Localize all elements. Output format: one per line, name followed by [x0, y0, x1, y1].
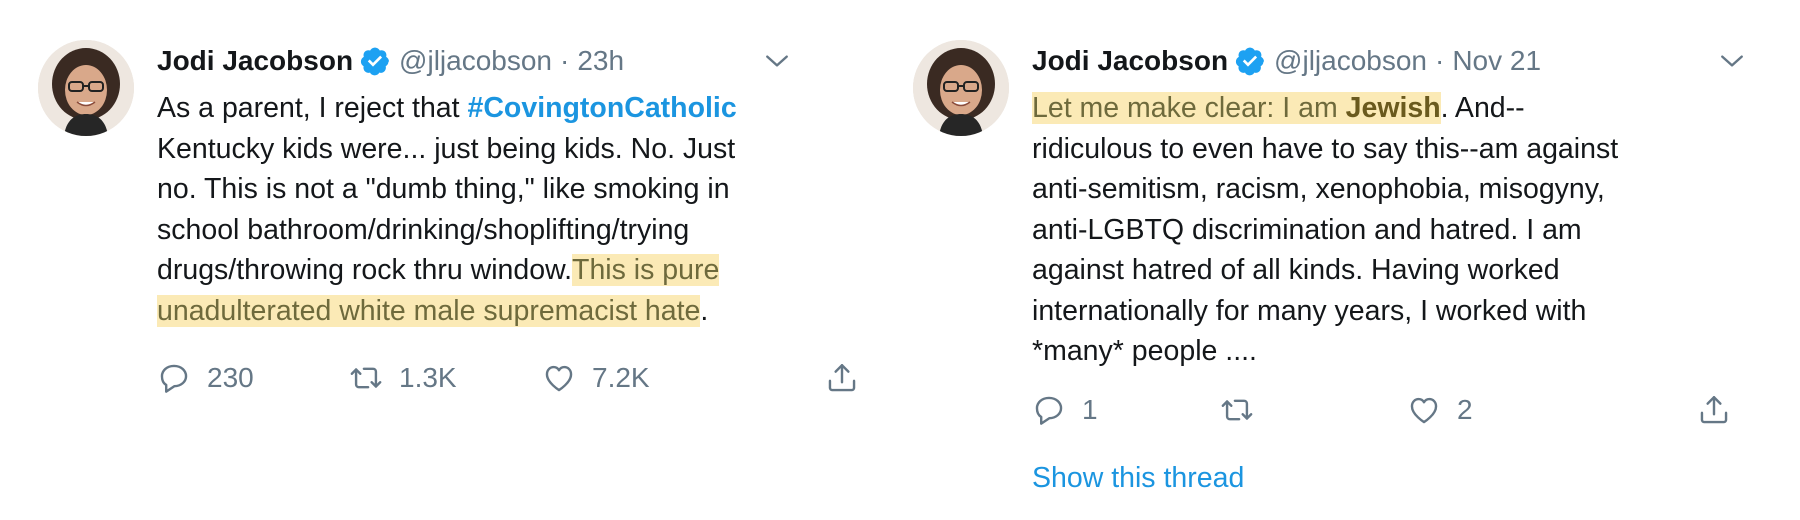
like-count: 7.2K	[592, 362, 650, 393]
text-line: anti-semitism, racism, xenophobia, misog…	[1032, 173, 1605, 205]
tweet-body: Jodi Jacobson @jljacobson · 23h As a par…	[157, 36, 870, 331]
text-line: Kentucky kids were... just being kids. N…	[157, 132, 736, 165]
author-name[interactable]: Jodi Jacobson	[157, 45, 353, 77]
avatar[interactable]	[38, 40, 134, 136]
chevron-down-icon[interactable]	[764, 48, 790, 74]
share-icon	[1697, 393, 1731, 427]
tweet-text: Let me make clear: I am Jewish. And-- ri…	[1032, 88, 1765, 372]
retweet-icon	[349, 361, 383, 395]
text-segment: . And--	[1440, 92, 1525, 124]
tweet-actions: 1 2	[1032, 390, 1752, 430]
share-button[interactable]	[825, 361, 875, 395]
text-line: *many* people ....	[1032, 335, 1257, 367]
tweet-text: As a parent, I reject that #CovingtonCat…	[157, 88, 870, 331]
highlighted-bold-text: Jewish	[1345, 92, 1441, 124]
text-line: ridiculous to even have to say this--am …	[1032, 132, 1619, 165]
text-segment: .	[700, 294, 709, 327]
highlighted-text: unadulterated white male supremacist hat…	[157, 294, 701, 327]
reply-count: 230	[207, 362, 254, 393]
like-button[interactable]: 2	[1407, 393, 1473, 427]
text-line: school bathroom/drinking/shoplifting/try…	[157, 213, 690, 246]
highlighted-text: This is pure	[572, 254, 720, 286]
retweet-icon	[1220, 393, 1254, 427]
reply-button[interactable]: 1	[1032, 393, 1098, 427]
like-icon	[542, 361, 576, 395]
author-handle[interactable]: @jljacobson	[399, 45, 552, 77]
chevron-down-icon[interactable]	[1719, 48, 1745, 74]
text-line: against hatred of all kinds. Having work…	[1032, 254, 1560, 286]
show-thread-link[interactable]: Show this thread	[1032, 462, 1244, 495]
retweet-count: 1.3K	[399, 362, 457, 393]
like-icon	[1407, 393, 1441, 427]
reply-icon	[1032, 393, 1066, 427]
text-line: no. This is not a "dumb thing," like smo…	[157, 173, 730, 205]
retweet-button[interactable]	[1220, 393, 1270, 427]
tweet-timestamp[interactable]: 23h	[577, 45, 624, 77]
highlighted-text: Let me make clear: I am	[1032, 92, 1346, 124]
retweet-button[interactable]: 1.3K	[349, 361, 457, 395]
text-line: internationally for many years, I worked…	[1032, 294, 1587, 327]
separator-dot: ·	[1435, 45, 1445, 76]
avatar-image	[38, 40, 134, 136]
text-segment: As a parent, I reject that	[157, 92, 468, 124]
share-button[interactable]	[1697, 393, 1747, 427]
hashtag-link[interactable]: #CovingtonCatholic	[468, 92, 737, 124]
author-name[interactable]: Jodi Jacobson	[1032, 45, 1228, 77]
reply-icon	[157, 361, 191, 395]
tweet-actions: 230 1.3K 7.2K	[157, 358, 877, 398]
reply-count: 1	[1082, 394, 1098, 425]
verified-badge-icon	[359, 45, 391, 77]
text-segment: drugs/throwing rock thru window.	[157, 254, 573, 286]
like-button[interactable]: 7.2K	[542, 361, 650, 395]
verified-badge-icon	[1234, 45, 1266, 77]
author-handle[interactable]: @jljacobson	[1274, 45, 1427, 77]
like-count: 2	[1457, 394, 1473, 425]
tweet-header: Jodi Jacobson @jljacobson · Nov 21	[1032, 36, 1765, 86]
reply-button[interactable]: 230	[157, 361, 254, 395]
tweet-body: Jodi Jacobson @jljacobson · Nov 21 Let m…	[1032, 36, 1765, 372]
separator-dot: ·	[560, 45, 570, 76]
avatar-image	[913, 40, 1009, 136]
share-icon	[825, 361, 859, 395]
text-line: anti-LGBTQ discrimination and hatred. I …	[1032, 213, 1582, 246]
tweet-timestamp[interactable]: Nov 21	[1452, 45, 1541, 77]
avatar[interactable]	[913, 40, 1009, 136]
